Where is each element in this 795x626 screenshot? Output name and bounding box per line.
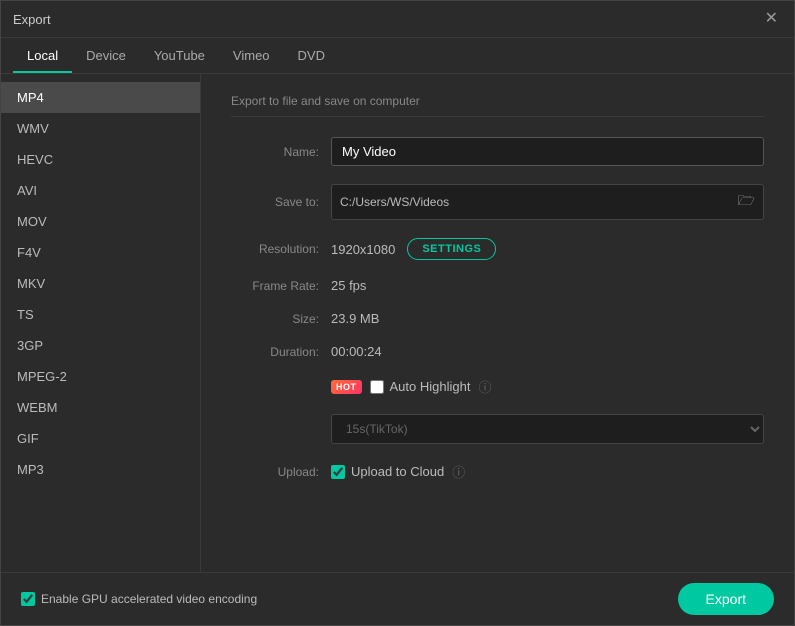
sidebar-item-3gp[interactable]: 3GP bbox=[1, 330, 200, 361]
sidebar-item-hevc[interactable]: HEVC bbox=[1, 144, 200, 175]
name-label: Name: bbox=[231, 145, 331, 159]
upload-row: Upload: Upload to Cloud ⓘ bbox=[231, 462, 764, 481]
sidebar-item-webm[interactable]: WEBM bbox=[1, 392, 200, 423]
frame-rate-label: Frame Rate: bbox=[231, 279, 331, 293]
upload-help-icon[interactable]: ⓘ bbox=[452, 462, 465, 481]
sidebar-item-f4v[interactable]: F4V bbox=[1, 237, 200, 268]
title-bar: Export ✕ bbox=[1, 1, 794, 38]
tiktok-dropdown[interactable]: 15s(TikTok) bbox=[331, 414, 764, 444]
tab-vimeo[interactable]: Vimeo bbox=[219, 38, 284, 73]
save-to-control: C:/Users/WS/Videos 🗁 bbox=[331, 184, 764, 220]
name-control bbox=[331, 137, 764, 166]
gpu-label[interactable]: Enable GPU accelerated video encoding bbox=[21, 592, 257, 606]
main-panel: Export to file and save on computer Name… bbox=[201, 74, 794, 572]
path-text: C:/Users/WS/Videos bbox=[340, 195, 738, 209]
export-button[interactable]: Export bbox=[678, 583, 774, 615]
tab-local[interactable]: Local bbox=[13, 38, 72, 73]
path-row: C:/Users/WS/Videos 🗁 bbox=[331, 184, 764, 220]
sidebar: MP4 WMV HEVC AVI MOV F4V MKV TS bbox=[1, 74, 201, 572]
size-value: 23.9 MB bbox=[331, 311, 379, 326]
auto-highlight-help-icon[interactable]: ⓘ bbox=[478, 377, 491, 396]
save-to-label: Save to: bbox=[231, 195, 331, 209]
bottom-bar: Enable GPU accelerated video encoding Ex… bbox=[1, 572, 794, 625]
highlight-control: HOT Auto Highlight ⓘ bbox=[331, 377, 764, 396]
sidebar-item-mov[interactable]: MOV bbox=[1, 206, 200, 237]
save-to-row: Save to: C:/Users/WS/Videos 🗁 bbox=[231, 184, 764, 220]
sidebar-item-mpeg2[interactable]: MPEG-2 bbox=[1, 361, 200, 392]
duration-row: Duration: 00:00:24 bbox=[231, 344, 764, 359]
upload-to-cloud-checkbox[interactable] bbox=[331, 465, 345, 479]
duration-value: 00:00:24 bbox=[331, 344, 382, 359]
auto-highlight-label[interactable]: Auto Highlight bbox=[370, 379, 471, 394]
settings-button[interactable]: SETTINGS bbox=[407, 238, 496, 260]
close-button[interactable]: ✕ bbox=[761, 9, 782, 29]
resolution-row: Resolution: 1920x1080 SETTINGS bbox=[231, 238, 764, 260]
auto-highlight-checkbox[interactable] bbox=[370, 380, 384, 394]
hot-badge: HOT bbox=[331, 380, 362, 394]
tiktok-control: 15s(TikTok) bbox=[331, 414, 764, 444]
upload-control: Upload to Cloud ⓘ bbox=[331, 462, 764, 481]
sidebar-item-wmv[interactable]: WMV bbox=[1, 113, 200, 144]
sidebar-item-avi[interactable]: AVI bbox=[1, 175, 200, 206]
window-title: Export bbox=[13, 12, 51, 27]
tab-device[interactable]: Device bbox=[72, 38, 140, 73]
section-title: Export to file and save on computer bbox=[231, 94, 764, 117]
size-row: Size: 23.9 MB bbox=[231, 311, 764, 326]
tab-dvd[interactable]: DVD bbox=[284, 38, 339, 73]
upload-to-cloud-label[interactable]: Upload to Cloud bbox=[331, 464, 444, 479]
gpu-checkbox[interactable] bbox=[21, 592, 35, 606]
sidebar-item-mp3[interactable]: MP3 bbox=[1, 454, 200, 485]
folder-icon[interactable]: 🗁 bbox=[738, 190, 755, 214]
frame-rate-row: Frame Rate: 25 fps bbox=[231, 278, 764, 293]
sidebar-item-gif[interactable]: GIF bbox=[1, 423, 200, 454]
duration-control: 00:00:24 bbox=[331, 344, 764, 359]
tiktok-row: 15s(TikTok) bbox=[231, 414, 764, 444]
resolution-control: 1920x1080 SETTINGS bbox=[331, 238, 764, 260]
sidebar-item-mkv[interactable]: MKV bbox=[1, 268, 200, 299]
name-input[interactable] bbox=[331, 137, 764, 166]
export-window: Export ✕ Local Device YouTube Vimeo DVD … bbox=[0, 0, 795, 626]
content-area: MP4 WMV HEVC AVI MOV F4V MKV TS bbox=[1, 74, 794, 572]
resolution-label: Resolution: bbox=[231, 242, 331, 256]
sidebar-item-mp4[interactable]: MP4 bbox=[1, 82, 200, 113]
frame-rate-value: 25 fps bbox=[331, 278, 366, 293]
size-label: Size: bbox=[231, 312, 331, 326]
sidebar-item-ts[interactable]: TS bbox=[1, 299, 200, 330]
frame-rate-control: 25 fps bbox=[331, 278, 764, 293]
size-control: 23.9 MB bbox=[331, 311, 764, 326]
tabs-bar: Local Device YouTube Vimeo DVD bbox=[1, 38, 794, 74]
name-row: Name: bbox=[231, 137, 764, 166]
tab-youtube[interactable]: YouTube bbox=[140, 38, 219, 73]
duration-label: Duration: bbox=[231, 345, 331, 359]
auto-highlight-row: HOT Auto Highlight ⓘ bbox=[231, 377, 764, 396]
resolution-value: 1920x1080 bbox=[331, 242, 395, 257]
upload-label: Upload: bbox=[231, 465, 331, 479]
